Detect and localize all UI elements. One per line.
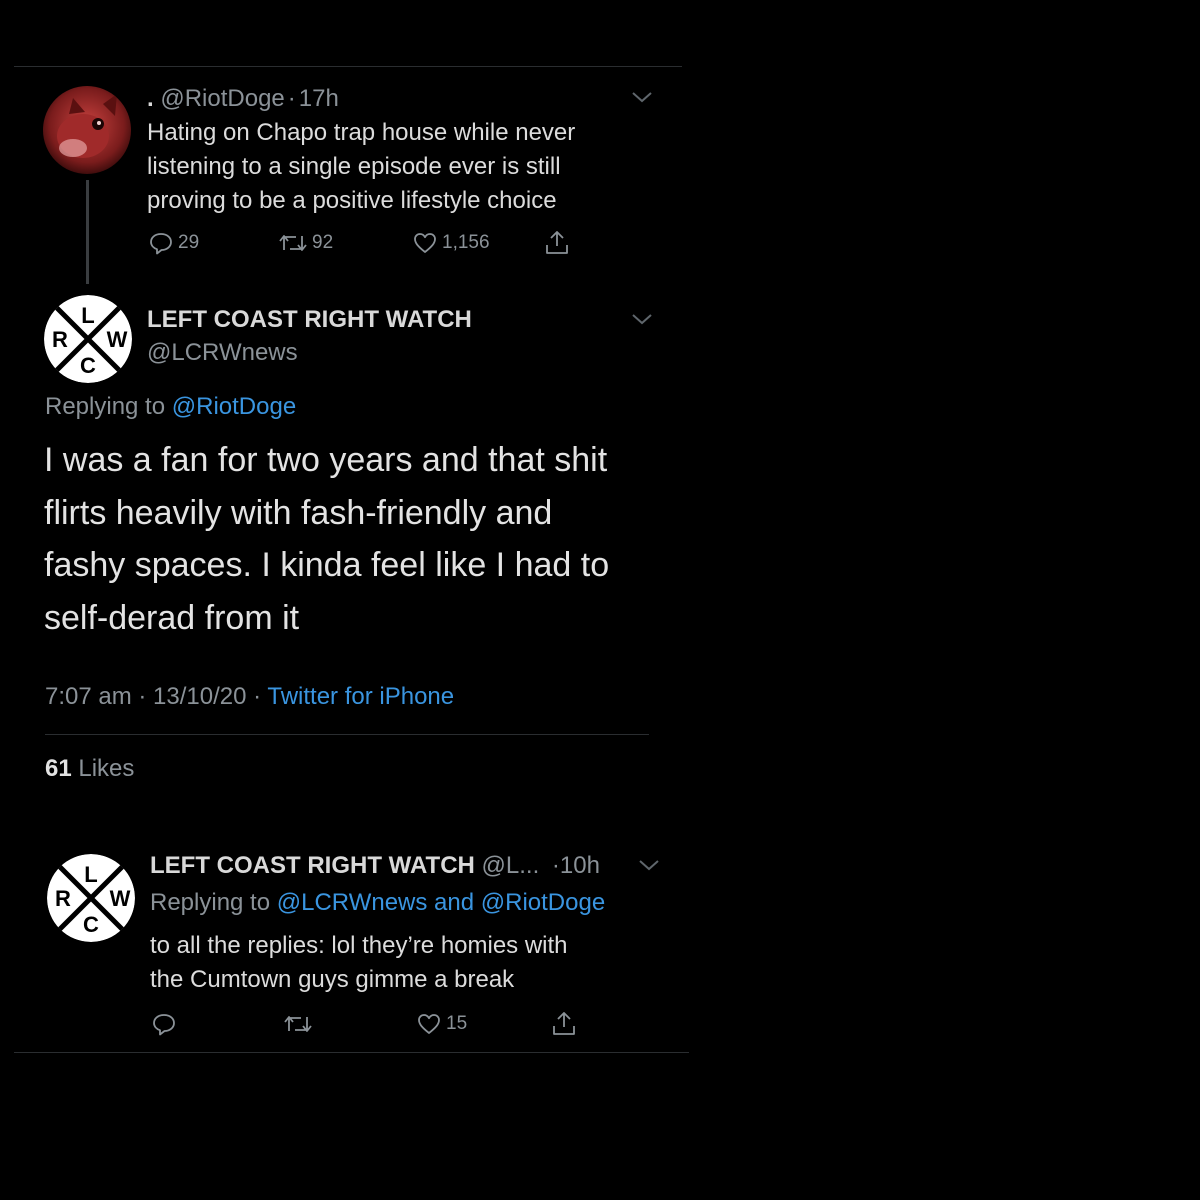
likes-label: Likes (78, 755, 135, 782)
tweet-header: LEFT COAST RIGHT WATCH @L... ·10h (150, 851, 600, 881)
tweet-text-line: Hating on Chapo trap house while never (147, 119, 576, 146)
reply-count: 29 (178, 232, 200, 253)
tweet-text: I was a fan for two years and that shit … (44, 434, 609, 644)
share-icon (553, 1012, 575, 1035)
chevron-down-icon[interactable] (630, 312, 654, 331)
thread-line (86, 180, 89, 284)
reply-icon (153, 1014, 175, 1036)
reply-button[interactable]: 29 (148, 230, 199, 256)
timestamp[interactable]: 10h (560, 852, 600, 879)
tweet-meta: 7:07 am · 13/10/20 · Twitter for iPhone (45, 682, 454, 712)
replying-to: Replying to @LCRWnews and @RiotDoge (150, 888, 605, 918)
separator: · (551, 852, 560, 879)
like-count: 1,156 (442, 232, 490, 253)
avatar[interactable]: L R W C (44, 295, 132, 383)
tweet-text-line: proving to be a positive lifestyle choic… (147, 187, 557, 214)
doge-avatar-image (43, 86, 131, 174)
chevron-down-icon[interactable] (630, 90, 654, 109)
separator: · (287, 85, 296, 112)
replying-to-label: Replying to (45, 393, 166, 420)
share-button[interactable] (550, 1010, 578, 1038)
replying-to-handles[interactable]: @LCRWnews and @RiotDoge (277, 889, 605, 916)
tweet-text-line: I was a fan for two years and that shit (44, 441, 608, 479)
like-count: 15 (446, 1013, 468, 1034)
likes-summary[interactable]: 61 Likes (45, 754, 134, 784)
tweet-text-line: the Cumtown guys gimme a break (150, 966, 515, 993)
timestamp[interactable]: 17h (299, 85, 339, 112)
logo-letter: R (55, 886, 71, 911)
handle[interactable]: @RiotDoge (160, 85, 284, 112)
tweet-header: . @RiotDoge · 17h (147, 84, 339, 114)
replying-to: Replying to @RiotDoge (45, 392, 296, 422)
source-link[interactable]: Twitter for iPhone (267, 683, 454, 710)
logo-letter: L (84, 862, 97, 887)
heart-icon (414, 233, 436, 253)
tweet-text: to all the replies: lol they’re homies w… (150, 929, 568, 997)
top-divider (14, 66, 682, 67)
like-button[interactable]: 1,156 (412, 230, 490, 256)
heart-icon (418, 1014, 440, 1034)
avatar[interactable] (43, 86, 131, 174)
meta-divider (45, 734, 649, 735)
logo-letter: W (110, 886, 131, 911)
display-name[interactable]: . (147, 85, 154, 112)
logo-letter: L (81, 303, 94, 328)
retweet-icon (279, 235, 307, 251)
replying-to-label: Replying to (150, 889, 271, 916)
like-button[interactable]: 15 (416, 1011, 467, 1037)
timestamp: 7:07 am · 13/10/20 · (45, 683, 262, 710)
display-name[interactable]: LEFT COAST RIGHT WATCH (147, 305, 472, 335)
logo-letter: C (80, 353, 96, 378)
reply-icon (150, 233, 172, 255)
tweet-text: Hating on Chapo trap house while never l… (147, 116, 575, 218)
retweet-button[interactable] (283, 1011, 313, 1037)
retweet-count: 92 (312, 232, 334, 253)
tweet-text-line: self-derad from it (44, 598, 300, 637)
bottom-divider (14, 1052, 689, 1053)
logo-letter: C (83, 912, 99, 937)
likes-count: 61 (45, 755, 72, 782)
retweet-icon (284, 1016, 312, 1032)
tweet-text-line: listening to a single episode ever is st… (147, 153, 561, 180)
share-button[interactable] (543, 229, 571, 257)
tweet-text-line: flirts heavily with fash-friendly and (44, 493, 553, 532)
share-icon (546, 231, 568, 254)
handle[interactable]: @L... (482, 852, 540, 879)
logo-letter: R (52, 327, 68, 352)
retweet-button[interactable]: 92 (278, 230, 333, 256)
handle[interactable]: @LCRWnews (147, 338, 298, 368)
replying-to-handle[interactable]: @RiotDoge (172, 393, 296, 420)
tweet-text-line: to all the replies: lol they’re homies w… (150, 932, 568, 959)
avatar[interactable]: L R W C (47, 854, 135, 942)
lcrw-logo: L R W C (47, 854, 135, 942)
display-name[interactable]: LEFT COAST RIGHT WATCH (150, 852, 475, 879)
logo-letter: W (107, 327, 128, 352)
reply-button[interactable] (151, 1011, 177, 1037)
chevron-down-icon[interactable] (637, 858, 661, 877)
tweet-text-line: fashy spaces. I kinda feel like I had to (44, 546, 610, 584)
lcrw-logo: L R W C (44, 295, 132, 383)
